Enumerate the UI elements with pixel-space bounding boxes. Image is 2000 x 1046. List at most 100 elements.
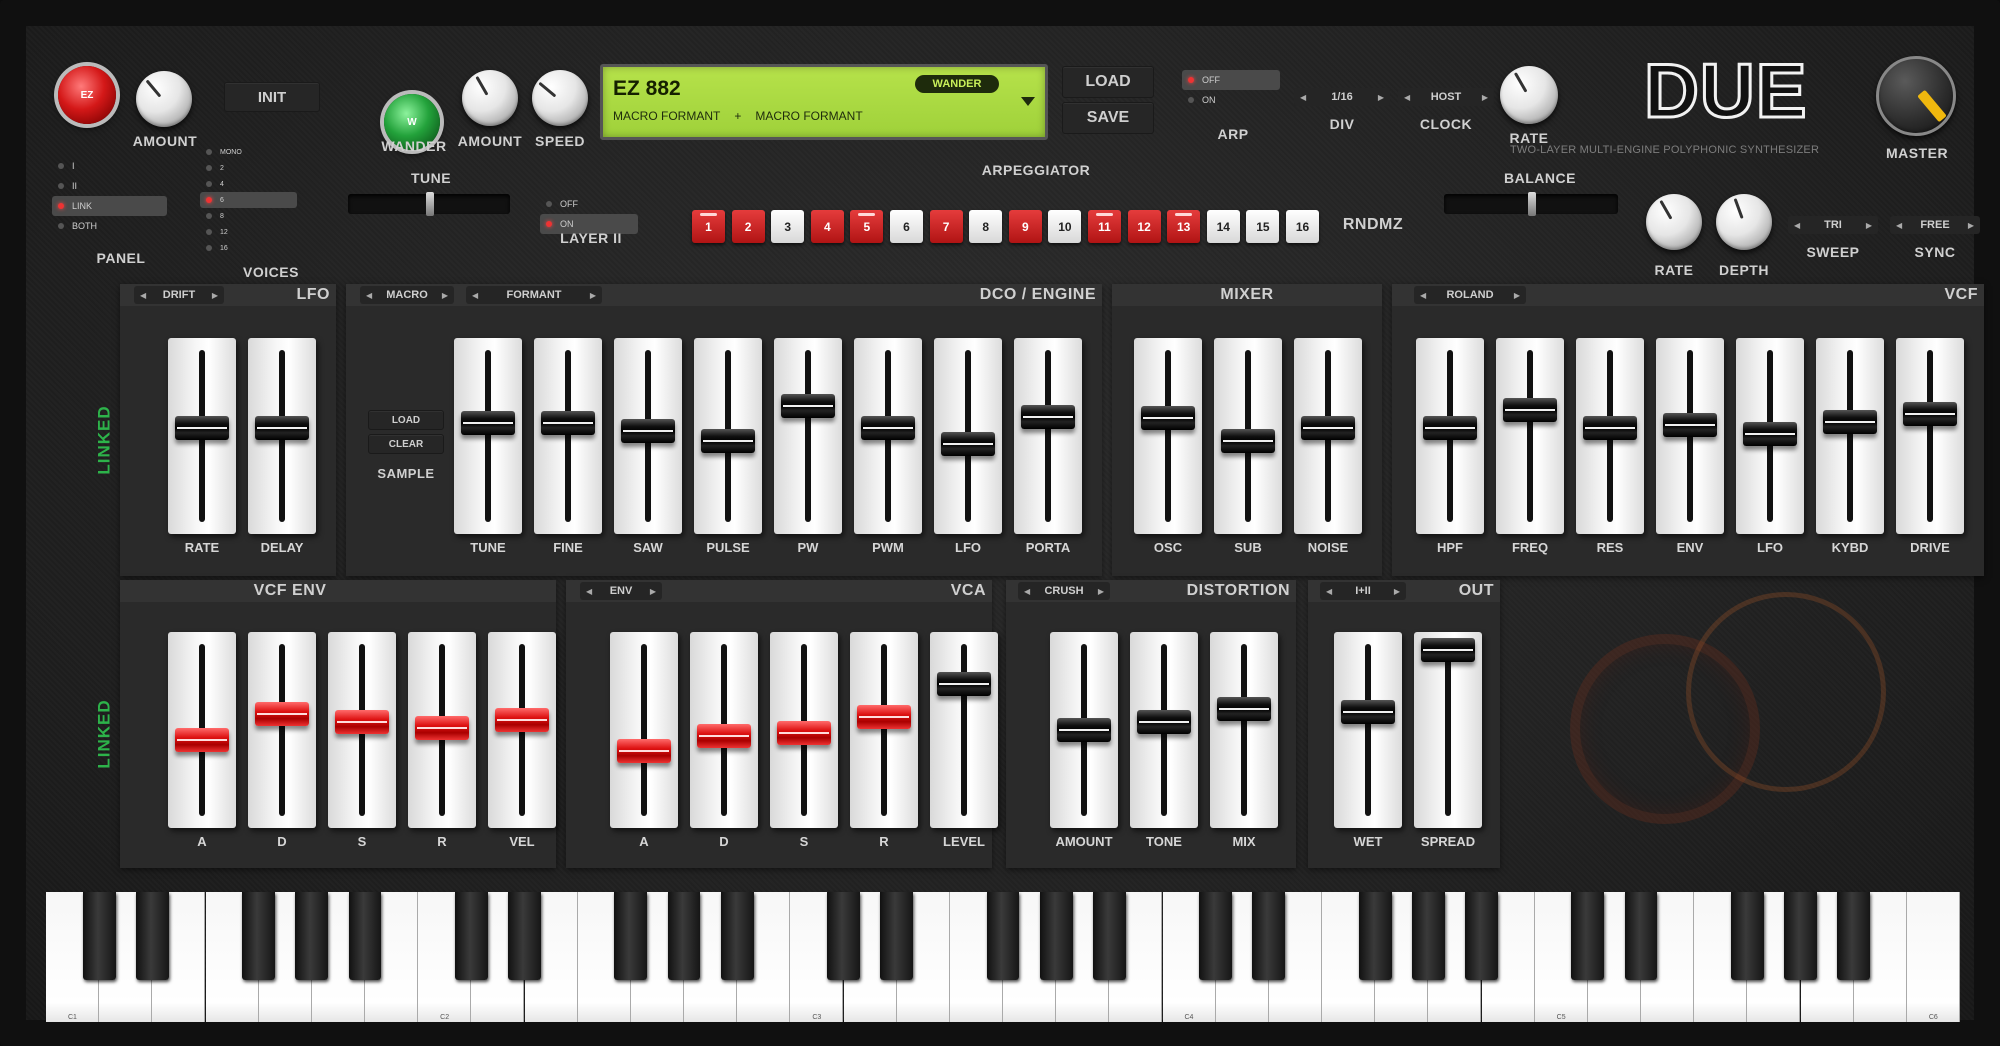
dropdown-triangle-icon[interactable] bbox=[1021, 97, 1035, 106]
arp-option-on[interactable]: ON bbox=[1182, 90, 1280, 110]
balance-slider[interactable] bbox=[1444, 192, 1618, 216]
panel-option-link[interactable]: LINK bbox=[52, 196, 167, 216]
black-key[interactable] bbox=[614, 892, 648, 980]
right-arrow-icon[interactable]: ▶ bbox=[1482, 93, 1488, 102]
fader-cap[interactable] bbox=[1221, 428, 1275, 453]
vcf-fader-res[interactable] bbox=[1576, 338, 1644, 534]
dist-fader-amount[interactable] bbox=[1050, 632, 1118, 828]
black-key[interactable] bbox=[1784, 892, 1817, 980]
arp-step-1[interactable]: 1 bbox=[692, 210, 725, 243]
fader-cap[interactable] bbox=[1057, 718, 1111, 742]
arp-step-15[interactable]: 15 bbox=[1246, 210, 1280, 243]
ez-button[interactable]: EZ bbox=[58, 66, 116, 124]
fader-cap[interactable] bbox=[1341, 700, 1395, 725]
lfo-fader-rate[interactable] bbox=[168, 338, 236, 534]
fader-cap[interactable] bbox=[617, 738, 671, 763]
right-arrow-icon[interactable]: ▶ bbox=[650, 587, 656, 596]
lfo-rate-knob[interactable] bbox=[1646, 194, 1702, 250]
fader-cap[interactable] bbox=[1743, 422, 1797, 447]
voices-option-mono[interactable]: MONO bbox=[200, 144, 297, 160]
right-arrow-icon[interactable]: ▶ bbox=[1968, 221, 1974, 230]
fader-cap[interactable] bbox=[1137, 710, 1191, 734]
rndmz-button[interactable]: RNDMZ bbox=[1336, 216, 1410, 234]
dist-crush-selector[interactable]: ◀ CRUSH ▶ bbox=[1018, 582, 1110, 600]
right-arrow-icon[interactable]: ▶ bbox=[1866, 221, 1872, 230]
dco-fader-lfo[interactable] bbox=[934, 338, 1002, 534]
arp-rate-knob[interactable] bbox=[1500, 66, 1558, 124]
vcfenv-fader-a[interactable] bbox=[168, 632, 236, 828]
arp-step-2[interactable]: 2 bbox=[731, 210, 765, 243]
black-key[interactable] bbox=[827, 892, 860, 980]
dco-macro-selector[interactable]: ◀ MACRO ▶ bbox=[360, 286, 454, 304]
panel-option-ii[interactable]: II bbox=[52, 176, 167, 196]
clock-selector[interactable]: ◀ HOST ▶ bbox=[1398, 88, 1494, 106]
fader-cap[interactable] bbox=[1021, 404, 1075, 429]
init-button[interactable]: INIT bbox=[224, 82, 320, 112]
fader-cap[interactable] bbox=[255, 702, 309, 726]
fader-cap[interactable] bbox=[175, 416, 229, 440]
left-arrow-icon[interactable]: ◀ bbox=[366, 291, 372, 300]
vcf-roland-selector[interactable]: ◀ ROLAND ▶ bbox=[1414, 286, 1526, 304]
right-arrow-icon[interactable]: ▶ bbox=[1378, 93, 1384, 102]
vca-fader-r[interactable] bbox=[850, 632, 918, 828]
out-mode-selector[interactable]: ◀ I+II ▶ bbox=[1320, 582, 1406, 600]
black-key[interactable] bbox=[348, 892, 382, 980]
right-arrow-icon[interactable]: ▶ bbox=[590, 291, 596, 300]
master-knob[interactable] bbox=[1876, 56, 1956, 136]
panel-option-both[interactable]: BOTH bbox=[52, 216, 167, 236]
right-arrow-icon[interactable]: ▶ bbox=[1394, 587, 1400, 596]
vca-fader-level[interactable] bbox=[930, 632, 998, 828]
depth-knob[interactable] bbox=[1716, 194, 1772, 250]
left-arrow-icon[interactable]: ◀ bbox=[586, 587, 592, 596]
vcf-fader-env[interactable] bbox=[1656, 338, 1724, 534]
fader-cap[interactable] bbox=[1217, 697, 1271, 722]
dco-formant-selector[interactable]: ◀ FORMANT ▶ bbox=[466, 286, 602, 304]
fader-cap[interactable] bbox=[541, 411, 595, 436]
black-key[interactable] bbox=[1465, 892, 1498, 980]
fader-cap[interactable] bbox=[941, 432, 995, 456]
fader-cap[interactable] bbox=[861, 416, 915, 440]
layer2-option-off[interactable]: OFF bbox=[540, 194, 638, 214]
vca-fader-d[interactable] bbox=[690, 632, 758, 828]
sync-selector[interactable]: ◀ FREE ▶ bbox=[1890, 216, 1980, 234]
right-arrow-icon[interactable]: ▶ bbox=[1098, 587, 1104, 596]
left-arrow-icon[interactable]: ◀ bbox=[1794, 221, 1800, 230]
vcfenv-fader-r[interactable] bbox=[408, 632, 476, 828]
left-arrow-icon[interactable]: ◀ bbox=[472, 291, 478, 300]
save-button[interactable]: SAVE bbox=[1062, 102, 1154, 134]
arp-step-3[interactable]: 3 bbox=[771, 210, 805, 243]
tune-slider-thumb[interactable] bbox=[426, 192, 434, 216]
mixer-fader-noise[interactable] bbox=[1294, 338, 1362, 534]
black-key[interactable] bbox=[454, 892, 488, 980]
fader-cap[interactable] bbox=[1301, 416, 1355, 440]
left-arrow-icon[interactable]: ◀ bbox=[1896, 221, 1902, 230]
mixer-fader-osc[interactable] bbox=[1134, 338, 1202, 534]
amount-knob-2[interactable] bbox=[462, 70, 518, 126]
fader-cap[interactable] bbox=[495, 708, 549, 733]
fader-cap[interactable] bbox=[697, 724, 751, 749]
dco-fader-pwm[interactable] bbox=[854, 338, 922, 534]
left-arrow-icon[interactable]: ◀ bbox=[1300, 93, 1306, 102]
dist-fader-tone[interactable] bbox=[1130, 632, 1198, 828]
vcf-fader-lfo[interactable] bbox=[1736, 338, 1804, 534]
fader-cap[interactable] bbox=[1421, 638, 1475, 662]
left-arrow-icon[interactable]: ◀ bbox=[140, 291, 146, 300]
black-key[interactable] bbox=[1624, 892, 1658, 980]
black-key[interactable] bbox=[880, 892, 914, 980]
arp-option-off[interactable]: OFF bbox=[1182, 70, 1280, 90]
arp-step-9[interactable]: 9 bbox=[1008, 210, 1042, 243]
left-arrow-icon[interactable]: ◀ bbox=[1404, 93, 1410, 102]
sample-load-button[interactable]: LOAD bbox=[368, 410, 444, 430]
fader-cap[interactable] bbox=[1583, 416, 1637, 440]
arp-step-6[interactable]: 6 bbox=[890, 210, 923, 243]
fader-cap[interactable] bbox=[1663, 412, 1717, 437]
black-key[interactable] bbox=[1252, 892, 1286, 980]
speed-knob[interactable] bbox=[532, 70, 588, 126]
black-key[interactable] bbox=[1411, 892, 1445, 980]
black-key[interactable] bbox=[242, 892, 276, 980]
vca-fader-a[interactable] bbox=[610, 632, 678, 828]
fader-cap[interactable] bbox=[777, 721, 831, 746]
dco-fader-porta[interactable] bbox=[1014, 338, 1082, 534]
vcf-fader-drive[interactable] bbox=[1896, 338, 1964, 534]
arp-step-13[interactable]: 13 bbox=[1167, 210, 1201, 243]
